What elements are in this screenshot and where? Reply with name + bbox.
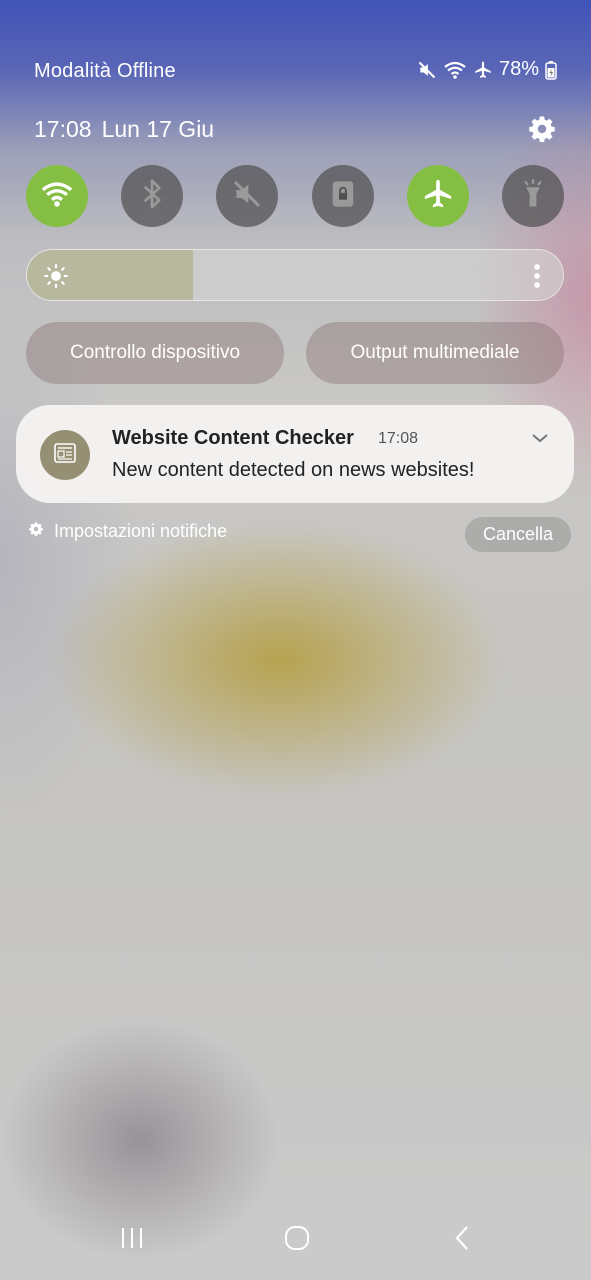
airplane-icon bbox=[473, 60, 493, 80]
settings-gear-icon[interactable] bbox=[527, 114, 557, 144]
header-row: 17:08 Lun 17 Giu bbox=[34, 116, 557, 146]
flashlight-toggle[interactable] bbox=[501, 165, 564, 227]
chevron-down-icon[interactable] bbox=[530, 431, 550, 450]
carrier-label: Modalità Offline bbox=[34, 60, 176, 82]
home-button[interactable] bbox=[277, 1222, 317, 1258]
airplane-mode-toggle[interactable] bbox=[406, 165, 469, 227]
back-button[interactable] bbox=[442, 1222, 482, 1258]
battery-percent: 78% bbox=[498, 58, 539, 80]
bluetooth-toggle[interactable] bbox=[121, 165, 184, 227]
home-icon bbox=[284, 1225, 310, 1256]
recent-apps-button[interactable] bbox=[112, 1222, 152, 1258]
brightness-slider[interactable] bbox=[26, 249, 564, 301]
flashlight-icon bbox=[519, 177, 547, 216]
news-icon bbox=[53, 442, 77, 469]
mute-icon bbox=[231, 178, 263, 215]
wifi-toggle[interactable] bbox=[26, 165, 88, 227]
recent-apps-icon bbox=[119, 1226, 145, 1255]
quick-settings-toggles bbox=[26, 165, 564, 227]
clock-time[interactable]: 17:08 bbox=[34, 116, 92, 142]
wifi-icon bbox=[443, 60, 467, 80]
more-options-icon[interactable] bbox=[533, 263, 541, 294]
notification-app-name: Website Content Checker bbox=[112, 427, 354, 449]
notification-time: 17:08 bbox=[378, 430, 419, 447]
sun-icon bbox=[43, 263, 69, 294]
clear-button[interactable]: Cancella bbox=[465, 517, 571, 552]
navigation-bar bbox=[0, 1222, 591, 1258]
notification-card[interactable]: Website Content Checker 17:08 New conten… bbox=[16, 405, 574, 503]
gear-icon bbox=[28, 521, 44, 542]
sound-toggle[interactable] bbox=[216, 165, 279, 227]
battery-icon bbox=[545, 60, 557, 80]
media-output-button[interactable]: Output multimediale bbox=[306, 322, 564, 384]
lock-icon bbox=[329, 178, 357, 215]
notification-settings-label: Impostazioni notifiche bbox=[54, 521, 228, 541]
clock-date[interactable]: Lun 17 Giu bbox=[102, 116, 215, 142]
status-bar: Modalità Offline 78% bbox=[34, 58, 557, 86]
rotation-lock-toggle[interactable] bbox=[311, 165, 374, 227]
mute-icon bbox=[417, 60, 437, 80]
app-icon bbox=[40, 430, 90, 480]
notification-settings-link[interactable]: Impostazioni notifiche bbox=[28, 521, 227, 542]
control-buttons-row: Controllo dispositivo Output multimedial… bbox=[26, 322, 564, 384]
device-control-button[interactable]: Controllo dispositivo bbox=[26, 322, 284, 384]
airplane-icon bbox=[421, 177, 455, 216]
bluetooth-icon bbox=[139, 177, 165, 216]
notification-message: New content detected on news websites! bbox=[112, 459, 475, 481]
back-icon bbox=[453, 1224, 471, 1257]
wifi-icon bbox=[40, 179, 74, 214]
